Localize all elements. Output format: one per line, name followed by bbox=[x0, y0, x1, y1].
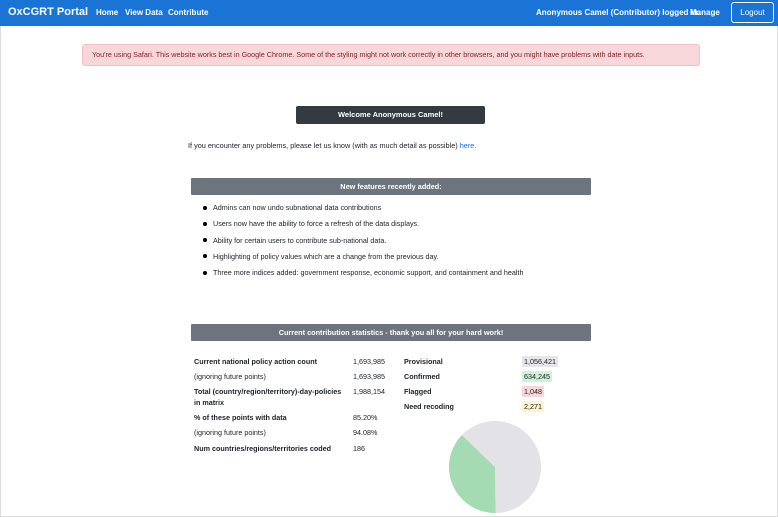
nav-manage[interactable]: Manage bbox=[690, 8, 720, 17]
nav-home[interactable]: Home bbox=[96, 8, 118, 17]
features-list: Admins can now undo subnational data con… bbox=[203, 203, 523, 284]
top-navbar: OxCGRT Portal Home View Data Contribute … bbox=[0, 0, 778, 26]
stat-value-pct-data: 85.20% bbox=[353, 413, 378, 422]
welcome-banner: Welcome Anonymous Camel! bbox=[296, 106, 485, 124]
status-value-confirmed: 634,245 bbox=[522, 371, 552, 382]
feature-text: Admins can now undo subnational data con… bbox=[213, 203, 382, 212]
status-label-provisional: Provisional bbox=[404, 357, 443, 366]
stat-label-total-policies: Total (country/region/territory)-day-pol… bbox=[194, 387, 342, 396]
bullet-icon bbox=[203, 205, 207, 210]
features-header: New features recently added: bbox=[191, 178, 591, 195]
status-value-flagged: 1,048 bbox=[522, 386, 544, 397]
stat-value-ignoring-future: 1,693,985 bbox=[353, 372, 385, 381]
bullet-icon bbox=[203, 238, 207, 243]
problem-report-link[interactable]: here. bbox=[460, 141, 477, 150]
nav-view-data[interactable]: View Data bbox=[125, 8, 163, 17]
stat-value-policy-count: 1,693,985 bbox=[353, 357, 385, 366]
stat-value-total-policies: 1,988,154 bbox=[353, 387, 385, 396]
stat-label-pct-ignoring-future: (ignoring future points) bbox=[194, 428, 266, 437]
status-value-need-recoding: 2,271 bbox=[522, 401, 544, 412]
status-label-need-recoding: Need recoding bbox=[404, 402, 454, 411]
bullet-icon bbox=[203, 254, 207, 259]
problem-report-line: If you encounter any problems, please le… bbox=[188, 141, 476, 150]
list-item: Admins can now undo subnational data con… bbox=[203, 203, 523, 219]
stat-label-pct-data: % of these points with data bbox=[194, 413, 287, 422]
stat-label-ignoring-future: (ignoring future points) bbox=[194, 372, 266, 381]
stats-header: Current contribution statistics - thank … bbox=[191, 324, 591, 341]
nav-contribute[interactable]: Contribute bbox=[168, 8, 208, 17]
list-item: Ability for certain users to contribute … bbox=[203, 236, 523, 252]
list-item: Users now have the ability to force a re… bbox=[203, 219, 523, 235]
brand-logo[interactable]: OxCGRT Portal bbox=[8, 6, 88, 18]
logout-button[interactable]: Logout bbox=[731, 2, 774, 23]
stat-label-num-countries: Num countries/regions/territories coded bbox=[194, 444, 331, 453]
list-item: Three more indices added: government res… bbox=[203, 268, 523, 284]
stat-value-pct-ignoring-future: 94.08% bbox=[353, 428, 378, 437]
status-label-flagged: Flagged bbox=[404, 387, 432, 396]
stat-label-total-policies-line2: in matrix bbox=[194, 398, 224, 407]
stat-value-num-countries: 186 bbox=[353, 444, 365, 453]
feature-text: Highlighting of policy values which are … bbox=[213, 251, 439, 261]
status-pie-chart bbox=[449, 421, 541, 513]
bullet-icon bbox=[203, 221, 207, 226]
browser-warning-alert: You're using Safari. This website works … bbox=[82, 44, 700, 66]
status-label-confirmed: Confirmed bbox=[404, 372, 440, 381]
feature-text: Users now have the ability to force a re… bbox=[213, 219, 420, 229]
feature-text: Three more indices added: government res… bbox=[213, 268, 524, 278]
stat-label-policy-count: Current national policy action count bbox=[194, 357, 317, 366]
status-value-provisional: 1,056,421 bbox=[522, 356, 558, 367]
problem-report-text: If you encounter any problems, please le… bbox=[188, 141, 458, 150]
feature-text: Ability for certain users to contribute … bbox=[213, 235, 387, 245]
user-status: Anonymous Camel (Contributor) logged in. bbox=[536, 8, 700, 17]
list-item: Highlighting of policy values which are … bbox=[203, 252, 523, 268]
bullet-icon bbox=[203, 270, 207, 275]
